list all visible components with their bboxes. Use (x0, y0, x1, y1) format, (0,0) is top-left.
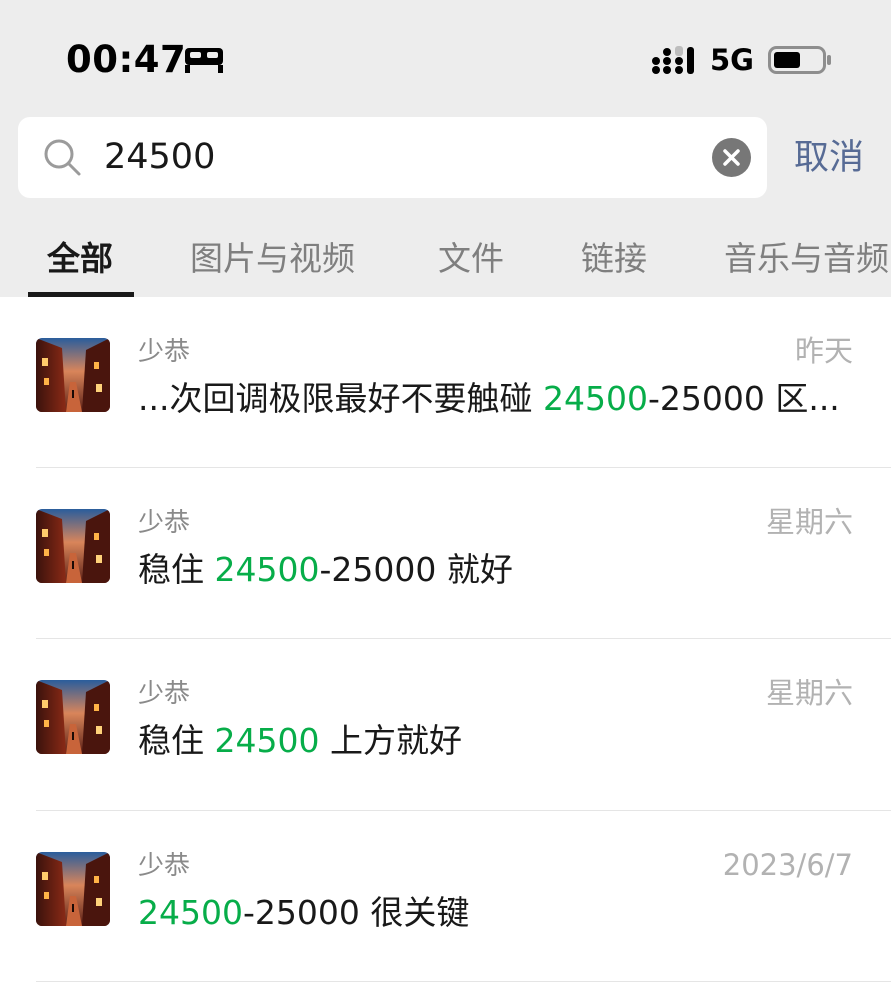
search-box (18, 117, 767, 198)
message-snippet: 稳住 24500-25000 就好 (138, 548, 854, 592)
snippet-match: 24500 (214, 721, 320, 760)
tab-images-videos[interactable]: 图片与视频 (190, 236, 355, 282)
bed-icon (185, 48, 223, 73)
network-label: 5G (710, 43, 754, 77)
message-snippet: 24500-25000 很关键 (138, 891, 854, 935)
snippet-text-after: 上方就好 (319, 721, 462, 760)
avatar (36, 680, 110, 754)
battery-icon (768, 46, 831, 74)
tab-links[interactable]: 链接 (581, 236, 647, 282)
search-result-item[interactable]: 少恭 昨天 ...次回调极限最好不要触碰 24500-25000 区... (0, 297, 891, 468)
divider (36, 981, 891, 982)
clear-search-button[interactable] (712, 138, 751, 177)
search-result-item[interactable]: 少恭 2023/6/7 24500-25000 很关键 (0, 811, 891, 982)
message-snippet: 稳住 24500 上方就好 (138, 719, 854, 763)
search-result-item[interactable]: 少恭 星期六 稳住 24500-25000 就好 (0, 468, 891, 639)
tab-files[interactable]: 文件 (438, 236, 504, 282)
message-date: 昨天 (794, 334, 853, 368)
snippet-text-after: -25000 区... (647, 379, 840, 418)
snippet-match: 24500 (214, 550, 320, 589)
avatar (36, 509, 110, 583)
search-input[interactable] (104, 135, 694, 179)
cancel-button[interactable]: 取消 (794, 135, 864, 181)
clear-icon (723, 149, 740, 166)
search-icon (44, 139, 81, 176)
snippet-text-before: 稳住 (138, 550, 215, 589)
tab-all[interactable]: 全部 (47, 236, 113, 282)
status-time: 00:47 (66, 38, 187, 81)
sender-name: 少恭 (138, 337, 191, 367)
search-result-item[interactable]: 少恭 星期六 稳住 24500 上方就好 (0, 639, 891, 810)
message-date: 星期六 (765, 676, 853, 710)
snippet-match: 24500 (542, 379, 648, 418)
message-date: 2023/6/7 (722, 848, 853, 882)
snippet-text-after: -25000 就好 (319, 550, 513, 589)
sender-name: 少恭 (138, 508, 191, 538)
snippet-text-after: -25000 很关键 (242, 893, 470, 932)
tab-music-audio[interactable]: 音乐与音频 (724, 236, 889, 282)
snippet-match: 24500 (138, 893, 243, 932)
snippet-text-before: ...次回调极限最好不要触碰 (138, 379, 543, 418)
snippet-text-before: 稳住 (138, 721, 215, 760)
cellular-signal-icon (652, 46, 694, 74)
avatar (36, 852, 110, 926)
sender-name: 少恭 (138, 851, 191, 881)
message-date: 星期六 (765, 505, 853, 539)
avatar (36, 338, 110, 412)
sender-name: 少恭 (138, 679, 191, 709)
message-snippet: ...次回调极限最好不要触碰 24500-25000 区... (138, 377, 854, 421)
